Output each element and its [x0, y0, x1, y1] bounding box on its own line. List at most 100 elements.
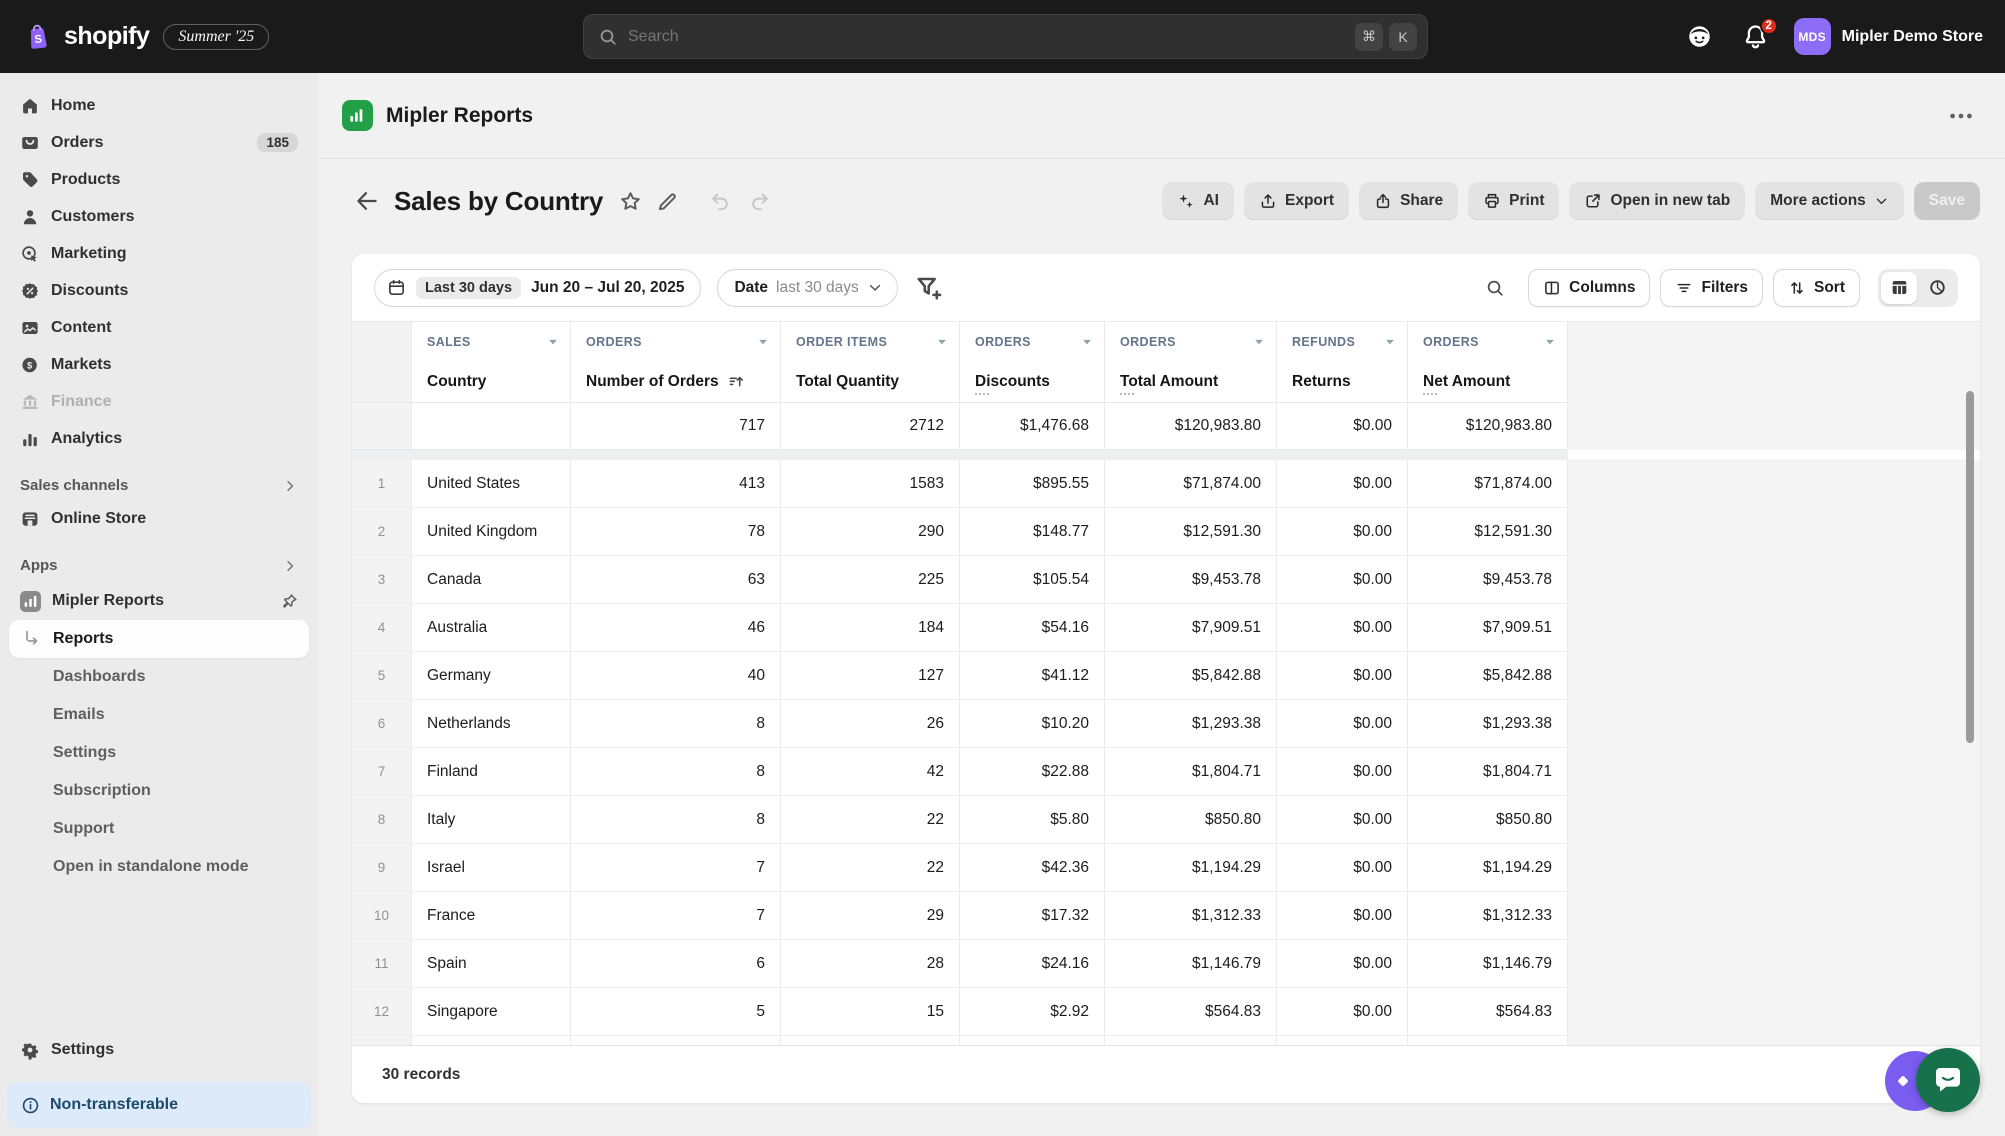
sidebar-item-content[interactable]: Content [9, 309, 309, 346]
open-new-tab-button[interactable]: Open in new tab [1569, 182, 1745, 220]
sidebar-item-emails[interactable]: Emails [9, 696, 309, 734]
save-button[interactable]: Save [1914, 182, 1980, 220]
add-filter-icon[interactable] [914, 273, 944, 303]
sidebar-item-open-in-standalone-mode[interactable]: Open in standalone mode [9, 848, 309, 886]
column-menu-caret-icon[interactable] [1543, 335, 1557, 349]
page-title: Sales by Country [394, 186, 603, 217]
sidebar-item-reports[interactable]: Reports [9, 620, 309, 658]
column-header-discounts[interactable]: Discounts [960, 362, 1105, 402]
table-row-canada[interactable]: 3Canada63225$105.54$9,453.78$0.00$9,453.… [352, 555, 1980, 603]
global-search[interactable]: ⌘ K [583, 14, 1428, 59]
favorite-star-icon[interactable] [619, 190, 642, 213]
table-row-france[interactable]: 10France729$17.32$1,312.33$0.00$1,312.33 [352, 891, 1980, 939]
table-row-singapore[interactable]: 12Singapore515$2.92$564.83$0.00$564.83 [352, 987, 1980, 1035]
date-range-picker[interactable]: Last 30 days Jun 20 – Jul 20, 2025 [374, 269, 701, 307]
column-group-total-amount[interactable]: ORDERS [1105, 322, 1277, 362]
store-menu[interactable]: MDS Mipler Demo Store [1794, 18, 1983, 55]
table-row-united-states[interactable]: 1United States4131583$895.55$71,874.00$0… [352, 459, 1980, 507]
table-row-germany[interactable]: 5Germany40127$41.12$5,842.88$0.00$5,842.… [352, 651, 1980, 699]
table-row-netherlands[interactable]: 6Netherlands826$10.20$1,293.38$0.00$1,29… [352, 699, 1980, 747]
sidebar-item-orders[interactable]: Orders 185 [9, 124, 309, 161]
redo-icon[interactable] [748, 190, 771, 213]
date-filter-dropdown[interactable]: Date last 30 days [717, 269, 897, 307]
chart-view-toggle[interactable] [1919, 272, 1955, 304]
more-options-icon[interactable] [1947, 102, 1975, 130]
column-group-net-amount[interactable]: ORDERS [1408, 322, 1568, 362]
table-view-toggle[interactable] [1881, 272, 1917, 304]
sidebar-item-discounts[interactable]: Discounts [9, 272, 309, 309]
ai-button[interactable]: AI [1162, 182, 1234, 220]
sidebar-item-dashboards[interactable]: Dashboards [9, 658, 309, 696]
search-input[interactable] [628, 28, 1345, 46]
export-button[interactable]: Export [1244, 182, 1349, 220]
share-button[interactable]: Share [1359, 182, 1458, 220]
column-header-total-amount[interactable]: Total Amount [1105, 362, 1277, 402]
notifications-button[interactable]: 2 [1738, 19, 1774, 55]
table-row-italy[interactable]: 8Italy822$5.80$850.80$0.00$850.80 [352, 795, 1980, 843]
sidebar-item-online-store[interactable]: Online Store [9, 500, 309, 537]
column-header-country[interactable]: Country [412, 362, 571, 402]
sales-channels-header[interactable]: Sales channels [20, 477, 298, 494]
sidebar-item-support[interactable]: Support [9, 810, 309, 848]
vertical-scrollbar[interactable] [1966, 391, 1974, 743]
table-row-australia[interactable]: 4Australia46184$54.16$7,909.51$0.00$7,90… [352, 603, 1980, 651]
column-menu-caret-icon[interactable] [935, 335, 949, 349]
column-group-number-of-orders[interactable]: ORDERS [571, 322, 781, 362]
sidebar-item-marketing[interactable]: Marketing [9, 235, 309, 272]
table-row-israel[interactable]: 9Israel722$42.36$1,194.29$0.00$1,194.29 [352, 843, 1980, 891]
filters-button[interactable]: Filters [1660, 269, 1763, 307]
shopify-logo[interactable]: S shopify [22, 21, 149, 53]
column-header-net-amount[interactable]: Net Amount [1408, 362, 1568, 402]
edition-badge[interactable]: Summer '25 [163, 24, 269, 50]
apps-header[interactable]: Apps [20, 557, 298, 574]
home-icon [20, 96, 40, 116]
sidebar-item-finance[interactable]: Finance [9, 383, 309, 420]
sidebar-item-analytics[interactable]: Analytics [9, 420, 309, 457]
table-filler [1568, 362, 1980, 402]
sidebar-item-settings[interactable]: Settings [9, 1031, 309, 1068]
table-row-spain[interactable]: 11Spain628$24.16$1,146.79$0.00$1,146.79 [352, 939, 1980, 987]
column-menu-caret-icon[interactable] [756, 335, 770, 349]
column-menu-caret-icon[interactable] [1080, 335, 1094, 349]
value-cell: $0.00 [1277, 939, 1408, 987]
column-menu-caret-icon[interactable] [546, 335, 560, 349]
sort-button[interactable]: Sort [1773, 269, 1860, 307]
table-search-button[interactable] [1478, 271, 1512, 305]
more-actions-button[interactable]: More actions [1755, 182, 1904, 220]
sidebar-item-mipler-reports[interactable]: Mipler Reports [9, 582, 309, 620]
value-cell: $0.00 [1277, 603, 1408, 651]
back-button[interactable] [354, 188, 380, 214]
sorted-ascending-icon[interactable] [727, 373, 746, 392]
value-cell: $42.36 [960, 843, 1105, 891]
column-header-total-quantity[interactable]: Total Quantity [781, 362, 960, 402]
undo-icon[interactable] [709, 190, 732, 213]
record-count: 30 records [382, 1066, 460, 1084]
print-button[interactable]: Print [1468, 182, 1559, 220]
nav-item-label: Support [53, 820, 114, 838]
sidebar-item-settings[interactable]: Settings [9, 734, 309, 772]
value-cell: 127 [781, 651, 960, 699]
column-header-returns[interactable]: Returns [1277, 362, 1408, 402]
column-group-returns[interactable]: REFUNDS [1277, 322, 1408, 362]
sidebar-item-products[interactable]: Products [9, 161, 309, 198]
column-group-discounts[interactable]: ORDERS [960, 322, 1105, 362]
nav-item-label: Open in standalone mode [53, 858, 249, 876]
table-row-united-kingdom[interactable]: 2United Kingdom78290$148.77$12,591.30$0.… [352, 507, 1980, 555]
sidebar-item-home[interactable]: Home [9, 87, 309, 124]
column-menu-caret-icon[interactable] [1383, 335, 1397, 349]
sidebar-item-markets[interactable]: $ Markets [9, 346, 309, 383]
table-row-finland[interactable]: 7Finland842$22.88$1,804.71$0.00$1,804.71 [352, 747, 1980, 795]
rename-pencil-icon[interactable] [656, 190, 679, 213]
sidebar-item-customers[interactable]: Customers [9, 198, 309, 235]
column-header-number-of-orders[interactable]: Number of Orders [571, 362, 781, 402]
sidekick-button[interactable] [1682, 19, 1718, 55]
column-group-total-quantity[interactable]: ORDER ITEMS [781, 322, 960, 362]
sidebar-item-subscription[interactable]: Subscription [9, 772, 309, 810]
columns-button[interactable]: Columns [1528, 269, 1650, 307]
column-group-country[interactable]: SALES [412, 322, 571, 362]
pin-icon[interactable] [281, 593, 298, 610]
column-menu-caret-icon[interactable] [1252, 335, 1266, 349]
non-transferable-banner[interactable]: Non-transferable [7, 1082, 311, 1128]
chat-launcher-button[interactable] [1916, 1048, 1980, 1112]
clipped-row [352, 1035, 1980, 1045]
